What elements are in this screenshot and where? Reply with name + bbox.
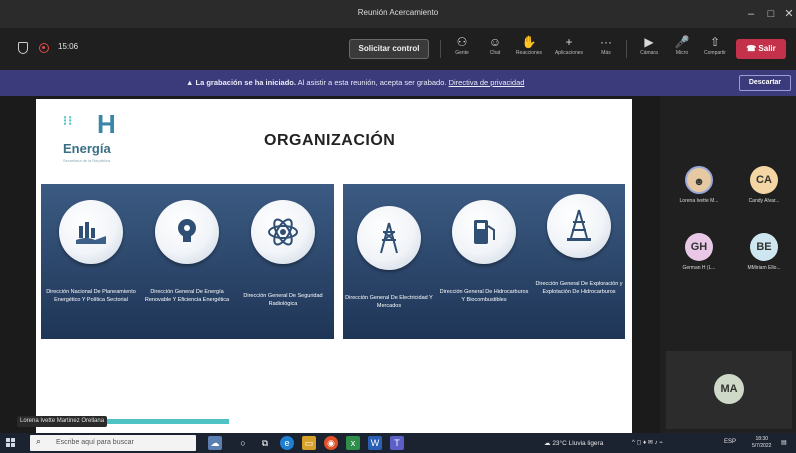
recording-banner: ▲ La grabación se ha iniciado. Al asisti… bbox=[0, 70, 796, 96]
camera-button[interactable]: ▶ Cámara bbox=[632, 34, 666, 64]
taskbar-search-input[interactable]: ⌕ Escribe aquí para buscar bbox=[30, 435, 196, 451]
edge-icon[interactable]: e bbox=[280, 436, 294, 450]
self-video-tile[interactable]: MA bbox=[666, 351, 792, 429]
share-icon: ⇧ bbox=[709, 35, 721, 49]
request-control-button[interactable]: Solicitar control bbox=[349, 39, 429, 59]
oil-rig-icon bbox=[547, 194, 611, 258]
org-unit-label: Dirección General De Energía Renovable Y… bbox=[144, 289, 230, 303]
energia-logo: ⁝⁝ H Energía Secretaría de la República bbox=[63, 109, 116, 163]
share-button[interactable]: ⇧ Compartir bbox=[698, 34, 732, 64]
chat-icon: ☺ bbox=[488, 35, 502, 49]
windows-start-icon[interactable] bbox=[6, 438, 16, 448]
presentation-slide: ⁝⁝ H Energía Secretaría de la República … bbox=[36, 99, 632, 433]
org-unit-label: Dirección General De Hidrocarburos Y Bio… bbox=[439, 289, 529, 303]
word-icon[interactable]: W bbox=[368, 436, 382, 450]
apps-button[interactable]: + Aplicaciones bbox=[552, 34, 586, 64]
presenter-name: Lorena Ivette Martinez Orellana bbox=[17, 416, 108, 427]
privacy-link[interactable]: Directiva de privacidad bbox=[449, 78, 525, 87]
chat-button[interactable]: ☺ Chat bbox=[478, 34, 512, 64]
language-indicator[interactable]: ESP bbox=[724, 439, 736, 445]
org-unit-label: Dirección General De Exploración y Explo… bbox=[535, 281, 623, 295]
phone-icon: ☎ bbox=[746, 44, 759, 53]
atom-icon bbox=[251, 200, 315, 264]
shared-screen: ⁝⁝ H Energía Secretaría de la República … bbox=[0, 96, 660, 433]
microphone-icon: 🎤 bbox=[674, 35, 690, 49]
warning-icon: ▲ bbox=[186, 78, 196, 87]
people-icon: ⚇ bbox=[456, 35, 468, 49]
taskbar-clock[interactable]: 18:30 5/7/2022 bbox=[752, 436, 771, 450]
people-button[interactable]: ⚇ Gente bbox=[445, 34, 479, 64]
org-panel-left: Dirección Nacional De Planeamiento Energ… bbox=[41, 184, 334, 339]
org-unit-label: Dirección General De Electricidad Y Merc… bbox=[345, 295, 433, 309]
participants-panel: ☻ Lorena Ivette M... CA Candy Alvar... G… bbox=[660, 96, 796, 433]
user-photo-icon: ☻ bbox=[693, 176, 705, 188]
recording-message: ▲ La grabación se ha iniciado. Al asisti… bbox=[186, 78, 525, 87]
reactions-button[interactable]: ✋ Reacciones bbox=[512, 34, 546, 64]
chrome-icon[interactable]: ◉ bbox=[324, 436, 338, 450]
weather-widget[interactable]: ☁ 23°C Lluvia ligera bbox=[544, 439, 603, 447]
camera-icon: ▶ bbox=[644, 35, 654, 49]
cortana-icon[interactable]: ○ bbox=[236, 436, 250, 450]
shield-icon bbox=[18, 42, 28, 54]
org-panel-right: Dirección General De Electricidad Y Merc… bbox=[343, 184, 625, 339]
hand-icon: ✋ bbox=[521, 35, 537, 49]
fuel-pump-icon bbox=[452, 200, 516, 264]
meeting-timer: 15:06 bbox=[58, 42, 79, 51]
tray-icons[interactable]: ^ ◻ ♦ ✉ ♪ ⌁ bbox=[632, 439, 663, 446]
avatar: MA bbox=[714, 374, 744, 404]
leave-button[interactable]: ☎ Salir bbox=[736, 39, 786, 59]
widget-app-icon[interactable]: ☁ bbox=[208, 436, 222, 450]
avatar: CA bbox=[750, 166, 778, 194]
windows-taskbar: ⌕ Escribe aquí para buscar ☁ ○ ⧉ e ▭ ◉ x… bbox=[0, 433, 796, 453]
power-tower-icon bbox=[357, 206, 421, 270]
meeting-toolbar: 15:06 Solicitar control ⚇ Gente ☺ Chat ✋… bbox=[0, 28, 796, 70]
org-unit-label: Dirección Nacional De Planeamiento Energ… bbox=[46, 289, 136, 303]
avatar: GH bbox=[685, 233, 713, 261]
teams-icon[interactable]: T bbox=[390, 436, 404, 450]
plus-icon: + bbox=[565, 35, 573, 49]
minimize-button[interactable]: – bbox=[743, 6, 759, 22]
window-title: Reunión Acercamiento bbox=[357, 8, 439, 17]
notifications-icon[interactable]: ▤ bbox=[781, 439, 787, 446]
excel-icon[interactable]: x bbox=[346, 436, 360, 450]
logo-dots: ⁝⁝ bbox=[63, 113, 74, 128]
toolbar-divider bbox=[626, 40, 627, 58]
recording-icon bbox=[39, 43, 49, 53]
more-button[interactable]: ··· Más bbox=[589, 34, 623, 64]
mic-button[interactable]: 🎤 Micro bbox=[665, 34, 699, 64]
chart-hand-icon bbox=[59, 200, 123, 264]
task-view-icon[interactable]: ⧉ bbox=[258, 436, 272, 450]
org-unit-label: Dirección General De Seguridad Radiológi… bbox=[243, 293, 323, 307]
slide-title: ORGANIZACIÓN bbox=[264, 132, 396, 149]
more-icon: ··· bbox=[600, 35, 612, 49]
bulb-icon bbox=[155, 200, 219, 264]
window-titlebar: Reunión Acercamiento – □ ✕ bbox=[0, 0, 796, 28]
file-explorer-icon[interactable]: ▭ bbox=[302, 436, 316, 450]
dismiss-button[interactable]: Descartar bbox=[739, 75, 791, 91]
search-icon: ⌕ bbox=[36, 436, 42, 446]
maximize-button[interactable]: □ bbox=[763, 6, 779, 22]
close-button[interactable]: ✕ bbox=[781, 6, 796, 22]
avatar: BE bbox=[750, 233, 778, 261]
avatar: ☻ bbox=[685, 166, 713, 194]
toolbar-divider bbox=[440, 40, 441, 58]
